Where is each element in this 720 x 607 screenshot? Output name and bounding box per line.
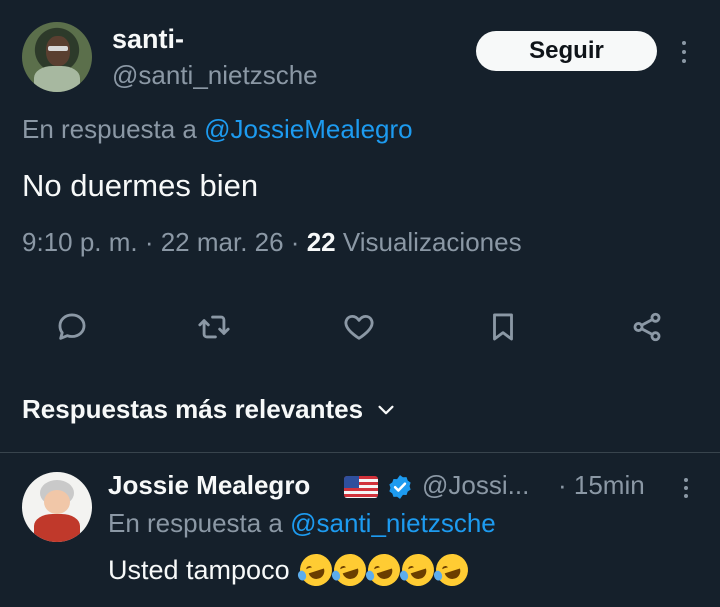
reply-to-handle-link[interactable]: @JossieMealegro [204,114,412,144]
tweet-meta: 9:10 p. m. · 22 mar. 26 · 22 Visualizaci… [22,227,522,258]
rolling-on-floor-laughing-icon [431,549,472,591]
reply-header: Jossie Mealegro @Jossi... · 15min [108,470,698,504]
replies-sort-label: Respuestas más relevantes [22,394,364,424]
more-options-icon[interactable] [676,474,696,502]
reply-prefix: En respuesta a [22,114,205,144]
avatar-body [34,66,80,92]
avatar-dress [34,514,80,542]
tweet-time[interactable]: 9:10 p. m. · 22 mar. 26 · [22,227,307,257]
comment-icon[interactable] [50,305,94,349]
retweet-icon[interactable] [192,305,236,349]
rolling-on-floor-laughing-icon [397,549,438,591]
tweet-actions [0,305,720,351]
avatar-face [44,490,70,514]
reply-text: Usted tampoco [108,549,472,591]
reply-time[interactable]: · 15min [558,470,645,501]
heart-icon[interactable] [337,305,381,349]
verified-badge-icon [389,475,411,499]
more-options-icon[interactable] [674,34,694,70]
tweet-header: santi- @santi_nietzsche Seguir [22,22,698,96]
share-icon[interactable] [625,305,669,349]
rolling-on-floor-laughing-icon [363,549,404,591]
rolling-on-floor-laughing-icon [295,549,336,591]
rolling-on-floor-laughing-emojis [295,549,472,591]
divider [0,452,720,453]
reply-context: En respuesta a @JossieMealegro [22,114,413,145]
author-handle[interactable]: @santi_nietzsche [112,60,318,91]
reply-author-avatar[interactable] [22,472,92,542]
reply-context: En respuesta a @santi_nietzsche [108,508,496,539]
reply-text-content: Usted tampoco [108,554,290,585]
author-name[interactable]: santi- [112,24,184,55]
rolling-on-floor-laughing-icon [329,549,370,591]
us-flag-icon [344,476,378,498]
tweet-text: No duermes bien [22,168,259,203]
reply-author-handle[interactable]: @Jossi... [422,470,529,501]
reply-author-name[interactable]: Jossie Mealegro [108,470,310,501]
reply-prefix: En respuesta a [108,508,291,538]
bookmark-icon[interactable] [481,305,525,349]
avatar-glasses [48,46,68,51]
views-label: Visualizaciones [335,227,522,257]
reply-to-handle-link[interactable]: @santi_nietzsche [290,508,496,538]
author-avatar[interactable] [22,22,92,92]
avatar-head [46,36,70,66]
replies-sort-dropdown[interactable]: Respuestas más relevantes [22,394,397,425]
views-count: 22 [306,227,336,257]
chevron-down-icon [378,405,394,414]
follow-button[interactable]: Seguir [476,31,657,71]
